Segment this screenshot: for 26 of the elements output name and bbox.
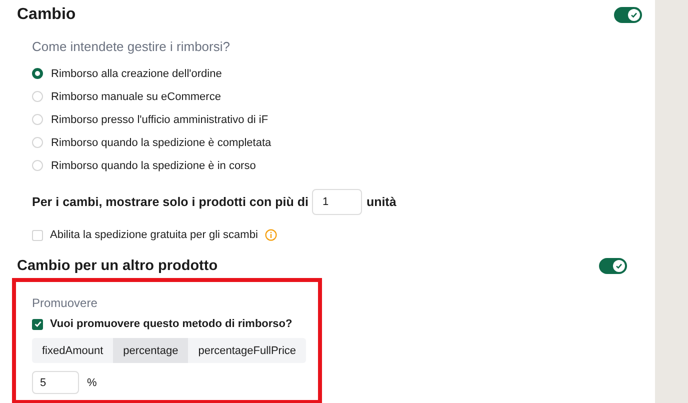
section-subtitle: Cambio per un altro prodotto (17, 258, 218, 274)
unit-label: % (87, 376, 97, 388)
radio-label: Rimborso presso l'ufficio amministrativo di iF (51, 114, 268, 126)
toggle-switch[interactable] (599, 258, 627, 274)
radio-label: Rimborso manuale su eCommerce (51, 90, 221, 102)
checkbox-label: Vuoi promuovere questo metodo di rimborso? (50, 318, 292, 330)
radio-button[interactable] (32, 68, 43, 79)
toggle-switch[interactable] (614, 7, 642, 23)
checkbox-label: Abilita la spedizione gratuita per gli scambi (50, 229, 258, 241)
input-field[interactable]: 5 (32, 371, 79, 394)
check-icon (615, 262, 623, 270)
units-label: Per i cambi, mostrare solo i prodotti con più di (32, 195, 308, 209)
promote-heading: Promuovere (32, 296, 98, 310)
checkbox[interactable] (32, 318, 43, 330)
segment-tab[interactable]: fixedAmount (32, 338, 114, 363)
radio-label: Rimborso alla creazione dell'ordine (51, 68, 222, 80)
section-title: Cambio (17, 6, 76, 24)
units-suffix: unità (366, 195, 396, 209)
question-label: Come intendete gestire i rimborsi? (32, 39, 231, 54)
segment-tab[interactable]: percentageFullPrice (188, 338, 306, 363)
segment-tab[interactable]: percentage (113, 338, 188, 363)
radio-label: Rimborso quando la spedizione è completata (51, 136, 272, 148)
info-icon[interactable] (264, 229, 277, 241)
input-field[interactable]: 1 (312, 189, 362, 215)
check-icon (630, 11, 638, 19)
radio-label: Rimborso quando la spedizione è in corso (51, 160, 256, 172)
